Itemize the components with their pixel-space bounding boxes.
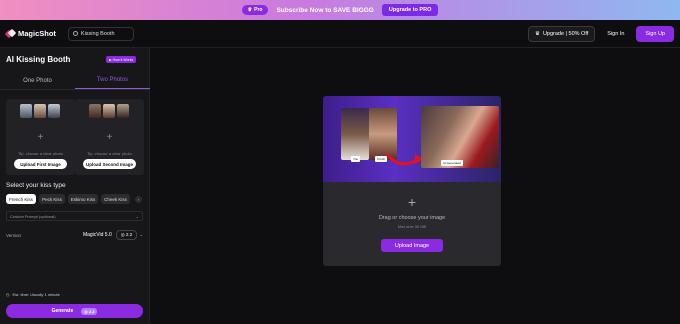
kiss-type-options: French Kiss Peck Kiss Eskimo Kiss Cheek … [6,194,142,204]
upload-second-image-button[interactable]: Upload Second Image [83,159,136,169]
sign-up-button[interactable]: Sign Up [636,25,674,42]
example-photo [117,104,129,118]
upload-second-card[interactable]: + Tip: choose a clear photo Upload Secon… [75,99,144,175]
header-actions: ♛ Upgrade | 50% Off Sign In Sign Up [528,25,674,42]
example-photo [34,104,46,118]
add-icon: + [407,194,417,210]
generate-credits: ◎ 2.2 [81,307,98,315]
example-thumbnails [89,104,129,118]
custom-prompt-placeholder: Custom Prompt (optional) [10,213,56,219]
preview-label: You [351,156,361,162]
example-photo [89,104,101,118]
chevron-down-icon: ⌄ [139,232,143,237]
kiss-type-eskimo[interactable]: Eskimo Kiss [68,194,98,204]
top-header: MagicShot Kissing Booth ♛ Upgrade | 50% … [0,20,680,48]
chevron-right-icon[interactable]: › [135,195,142,203]
example-photo [48,104,60,118]
crown-icon: ♛ [535,30,540,37]
promo-banner: ♛ Pro Subscribe Now to SAVE BIGGG Upgrad… [0,0,680,20]
clock-icon: ◷ [6,292,10,297]
custom-prompt-input[interactable]: Custom Prompt (optional) ⌄ [6,211,143,221]
tab-one-photo[interactable]: One Photo [0,72,75,89]
main-workspace: You Crush AI Generated + Drag or choose … [150,48,680,324]
how-it-works-label: How it Works [112,57,134,62]
upload-dropzone[interactable]: You Crush AI Generated + Drag or choose … [323,96,501,266]
example-thumbnails [20,104,60,118]
add-icon: + [106,132,113,143]
example-photo [20,104,32,118]
generate-credits-value: 2.2 [88,308,95,314]
upload-tip: Tip: choose a clear photo [87,151,132,156]
version-label: Version [6,232,22,238]
page-title: AI Kissing Booth [6,55,71,64]
sign-in-link[interactable]: Sign In [607,31,624,37]
kiss-type-peck[interactable]: Peck Kiss [39,194,65,204]
logo[interactable]: MagicShot [4,28,56,39]
generate-button[interactable]: Generate ◎ 2.2 [6,304,143,318]
version-selector[interactable]: Version MagicVid 5.0 ◎ 2.2 ⌄ [6,230,143,240]
upgrade-to-pro-button[interactable]: Upgrade to PRO [381,4,439,16]
promo-text-prefix: Subscribe Now to [276,6,332,14]
version-credits-value: 2.2 [125,232,133,237]
pro-badge-label: Pro [254,7,263,13]
estimated-time-text: Est. time: Usually 1 minute [12,292,60,297]
max-size-text: Max size 30 MB [397,224,427,229]
pro-badge: ♛ Pro [241,5,269,15]
chevron-down-icon: ⌄ [135,213,139,219]
kiss-type-cheek[interactable]: Cheek Kiss [101,194,130,204]
dropzone-text: Drag or choose your image [378,215,446,221]
logo-text: MagicShot [18,29,56,38]
version-credits: ◎ 2.2 [115,230,138,240]
upload-image-button[interactable]: Upload Image [381,239,443,252]
ai-generated-photo [421,106,499,168]
version-value: MagicVid 5.0 [82,232,112,238]
tool-selector[interactable]: Kissing Booth [67,26,134,41]
promo-text: Subscribe Now to SAVE BIGGG [276,7,373,14]
logo-mark-icon [4,28,17,39]
arrow-icon [385,153,423,166]
kiss-type-label: Select your kiss type [6,182,66,189]
kiss-type-french[interactable]: French Kiss [6,194,36,204]
tool-selector-value: Kissing Booth [80,30,115,37]
circle-icon [72,31,78,36]
tab-two-photos[interactable]: Two Photos [75,72,150,89]
sidebar: AI Kissing Booth ▶ How it Works One Phot… [0,48,150,324]
estimated-time: ◷ Est. time: Usually 1 minute [6,292,60,297]
preview-label: AI Generated [441,160,463,166]
promo-text-highlight: SAVE BIGGG [333,6,374,14]
upgrade-button[interactable]: ♛ Upgrade | 50% Off [528,25,596,42]
example-photo [103,104,115,118]
upgrade-button-label: Upgrade | 50% Off [542,30,589,37]
upload-tip: Tip: choose a clear photo [18,151,63,156]
add-icon: + [37,132,44,143]
generate-label: Generate [51,308,74,314]
photo-mode-tabs: One Photo Two Photos [0,72,150,90]
upload-first-image-button[interactable]: Upload First Image [14,159,67,169]
example-preview-image: You Crush AI Generated [323,96,501,182]
example-person-photo [341,108,369,160]
crown-icon: ♛ [247,7,253,13]
upload-first-card[interactable]: + Tip: choose a clear photo Upload First… [6,99,75,175]
how-it-works-button[interactable]: ▶ How it Works [106,56,137,63]
